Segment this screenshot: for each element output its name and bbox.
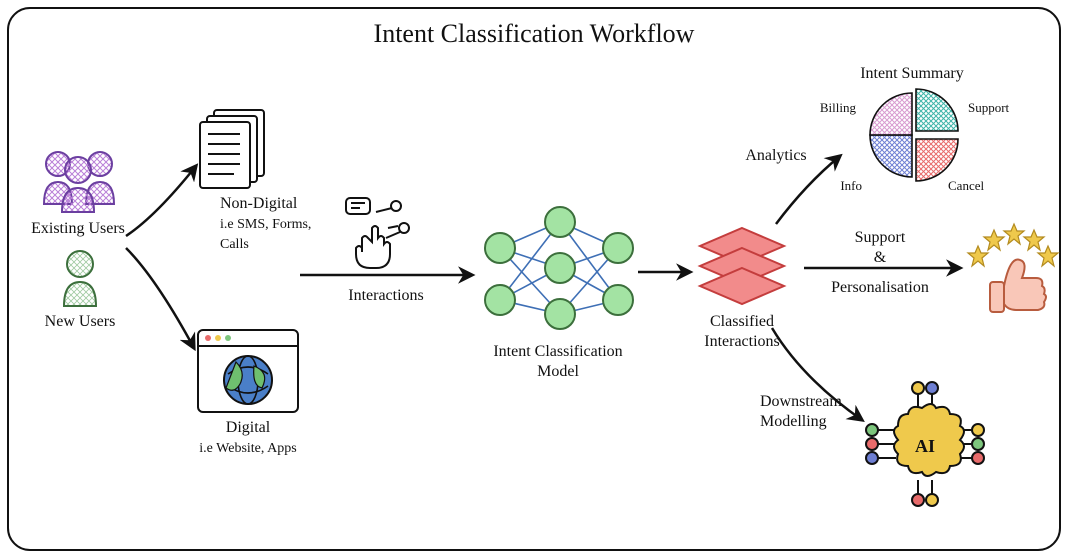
existing-users-icon	[44, 152, 114, 212]
pie-info-label: Info	[840, 178, 862, 193]
pie-billing-label: Billing	[820, 100, 857, 115]
diagram-title: Intent Classification Workflow	[374, 19, 695, 48]
ai-chip-icon: AI	[866, 382, 984, 506]
non-digital-label-3: Calls	[220, 237, 249, 252]
new-users-label: New Users	[45, 313, 116, 330]
analytics-label: Analytics	[745, 147, 806, 164]
support-label-3: Personalisation	[831, 279, 929, 296]
model-label-1: Intent Classification	[493, 343, 622, 360]
documents-icon	[200, 110, 264, 188]
interactions-label: Interactions	[348, 287, 424, 304]
pie-cancel-label: Cancel	[948, 178, 984, 193]
downstream-label-2: Modelling	[760, 413, 827, 430]
digital-label-2: i.e Website, Apps	[199, 441, 296, 456]
downstream-label-1: Downstream	[760, 393, 842, 410]
pie-support-label: Support	[968, 100, 1010, 115]
new-user-icon	[64, 251, 96, 306]
browser-icon	[198, 330, 298, 412]
classified-label-1: Classified	[710, 313, 774, 330]
support-label-2: &	[874, 249, 887, 266]
diagram: Intent Classification Workflow Existing …	[0, 0, 1068, 558]
model-label-2: Model	[537, 363, 579, 380]
existing-users-label: Existing Users	[31, 220, 125, 237]
classified-label-2: Interactions	[704, 333, 780, 350]
touch-icon	[346, 198, 409, 268]
thumbs-up-icon	[968, 224, 1058, 312]
non-digital-label-1: Non-Digital	[220, 195, 298, 212]
layers-icon	[700, 228, 784, 304]
svg-text:AI: AI	[915, 436, 935, 456]
summary-title: Intent Summary	[860, 65, 964, 82]
neural-net-icon	[485, 207, 633, 329]
support-label-1: Support	[855, 229, 906, 246]
non-digital-label-2: i.e SMS, Forms,	[220, 217, 311, 232]
digital-label-1: Digital	[226, 419, 271, 436]
pie-chart-icon	[870, 89, 958, 181]
